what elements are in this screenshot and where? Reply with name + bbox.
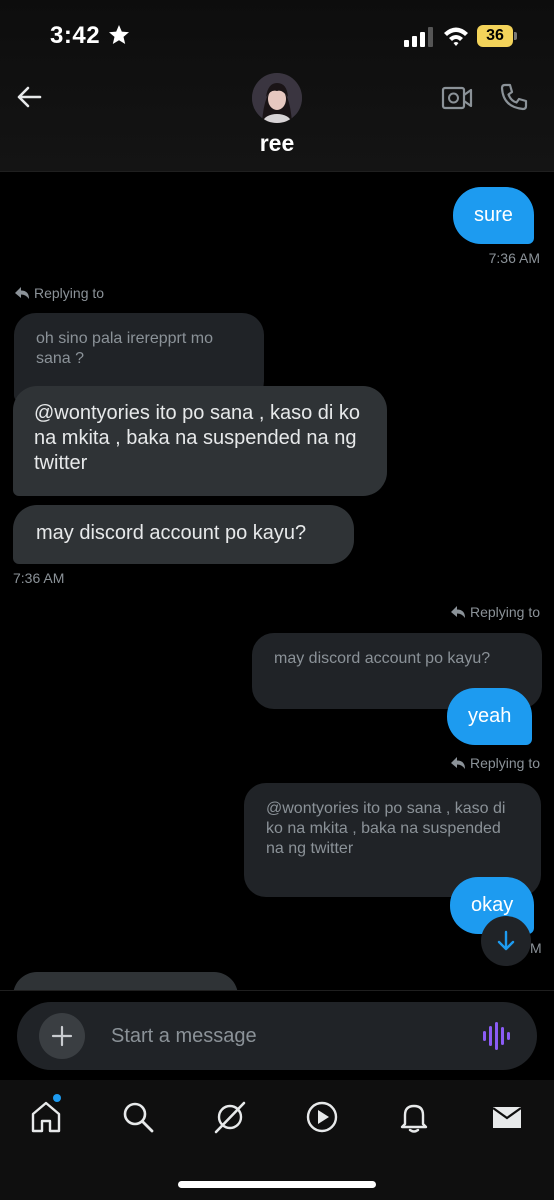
battery-level: 36 [486,27,504,44]
wifi-icon [444,27,468,46]
message-text: may discord account po kayu? [36,522,307,544]
message-text: @wontyories ito po sana , kaso di ko na … [34,402,361,474]
battery-icon: 36 [477,25,517,47]
status-time: 3:42 [50,22,101,49]
message-timestamp: 7:36 AM [488,250,540,266]
reply-arrow-icon [450,757,465,769]
scroll-to-bottom-button[interactable] [481,916,531,966]
message-text: yeah [468,705,512,727]
message-timestamp: 7:36 AM [13,570,65,586]
voice-wave-icon[interactable] [481,1020,513,1052]
home-icon[interactable] [29,1100,63,1134]
video-icon[interactable] [441,84,473,112]
bell-icon[interactable] [397,1100,431,1134]
home-indicator [178,1181,376,1188]
status-bar: 3:42 36 [0,0,554,70]
mail-icon[interactable] [490,1100,524,1134]
replying-to-label: Replying to [450,755,540,771]
incoming-message[interactable]: @wontyories ito po sana , kaso di ko na … [13,386,387,496]
reply-arrow-icon [15,287,29,299]
add-attachment-button[interactable] [39,1013,85,1059]
message-timestamp: M [530,940,542,956]
avatar[interactable] [252,73,302,123]
message-text: sure [474,204,513,226]
outgoing-message[interactable]: yeah [447,688,533,745]
signal-icon [404,27,433,47]
reply-arrow-icon [450,606,465,618]
video-play-icon[interactable] [305,1100,339,1134]
quoted-text: oh sino pala irerepprt mo sana ? [36,330,213,367]
contact-name[interactable]: ree [0,130,554,157]
plus-icon [51,1025,73,1047]
quoted-text: @wontyories ito po sana , kaso di ko na … [266,800,506,857]
replying-to-label: Replying to [450,604,540,620]
message-text: okay [471,894,514,916]
back-arrow-icon[interactable] [14,82,44,112]
search-icon[interactable] [121,1100,155,1134]
phone-icon[interactable] [499,82,529,112]
star-icon [109,25,129,44]
arrow-down-icon [497,930,515,951]
replying-to-label: Replying to [14,285,104,301]
message-input[interactable] [111,1022,451,1050]
quoted-text: may discord account po kayu? [274,650,491,667]
outgoing-message[interactable]: sure [453,187,534,244]
grok-icon[interactable] [213,1100,247,1134]
incoming-message[interactable]: may discord account po kayu? [13,505,354,564]
replying-to-text: Replying to [34,285,105,301]
notification-dot [53,1094,61,1102]
replying-to-text: Replying to [469,755,540,771]
message-composer [17,1002,537,1070]
replying-to-text: Replying to [469,604,540,620]
